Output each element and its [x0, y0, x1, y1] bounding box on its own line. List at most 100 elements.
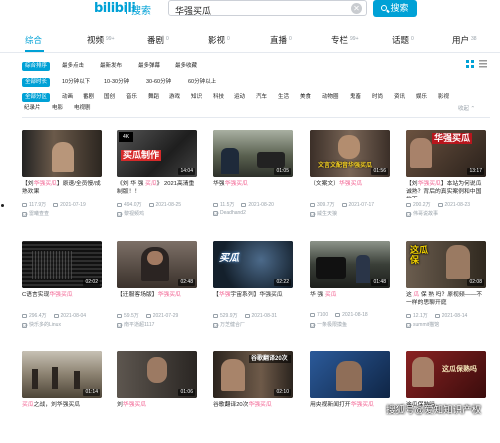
- zone-option[interactable]: 全部分区: [22, 93, 51, 102]
- list-view-icon[interactable]: [479, 60, 487, 68]
- tab-live[interactable]: 直播 0: [270, 34, 292, 46]
- video-uploader[interactable]: UP威生天狼: [310, 210, 390, 217]
- video-thumbnail[interactable]: 华强买瓜 13:17: [406, 130, 486, 177]
- video-thumbnail[interactable]: 01:48: [310, 241, 390, 288]
- video-card[interactable]: 02:02 C语言实现华强买瓜 296.4万 2021-08-04 UP快乐多的L…: [22, 241, 102, 333]
- uploader-name[interactable]: summit猫馆: [413, 322, 439, 328]
- duration-option[interactable]: 10-30分钟: [104, 78, 129, 87]
- video-card[interactable]: 02:48 【迁服客场版】华强买瓜 59.5万 2021-07-29 UP南平逝超…: [117, 241, 197, 333]
- zone-option[interactable]: 生活: [278, 93, 289, 102]
- video-title[interactable]: 谷歌翻译20次华强买瓜: [213, 401, 293, 419]
- search-box[interactable]: ✕: [168, 0, 367, 18]
- duration-option[interactable]: 60分钟以上: [188, 78, 216, 87]
- clear-icon[interactable]: ✕: [351, 3, 362, 14]
- uploader-name[interactable]: 万芝健合厂: [220, 322, 245, 328]
- bilibili-logo[interactable]: bilibili: [94, 1, 136, 16]
- video-title[interactable]: 刘华强买瓜: [117, 401, 197, 419]
- video-thumbnail[interactable]: 01:06: [117, 351, 197, 398]
- video-card[interactable]: 这瓜保熟吗 这瓜保熟吗: [406, 351, 486, 443]
- video-card[interactable]: 01:48 华 强 买瓜 7100 2021-08-18 UP一条极限摸鱼: [310, 241, 390, 333]
- video-card[interactable]: 用央视新闻打开华强买瓜: [310, 351, 390, 443]
- video-thumbnail[interactable]: [22, 130, 102, 177]
- video-thumbnail[interactable]: 这瓜保熟吗: [406, 351, 486, 398]
- sort-option[interactable]: 综合排序: [22, 62, 51, 71]
- sort-option[interactable]: 最新发布: [100, 62, 122, 71]
- zone-option[interactable]: 资讯: [394, 93, 405, 102]
- zone-option[interactable]: 运动: [234, 93, 245, 102]
- tab-user[interactable]: 用户 38: [452, 34, 477, 46]
- zone-option[interactable]: 汽车: [256, 93, 267, 102]
- video-uploader[interactable]: UP南平逝超1117: [117, 321, 197, 328]
- zone-option[interactable]: 知识: [191, 93, 202, 102]
- video-thumbnail[interactable]: 02:02: [22, 241, 102, 288]
- zone-option[interactable]: 游戏: [169, 93, 180, 102]
- video-title[interactable]: 用央视新闻打开华强买瓜: [310, 401, 390, 419]
- video-uploader[interactable]: UP伟哥说故事: [406, 210, 486, 217]
- zone-option[interactable]: 国创: [104, 93, 115, 102]
- sort-option[interactable]: 最多收藏: [175, 62, 197, 71]
- sort-option[interactable]: 最多点击: [62, 62, 84, 71]
- uploader-name[interactable]: Deadhand2: [220, 210, 246, 216]
- uploader-name[interactable]: 威生天狼: [317, 211, 337, 217]
- video-title[interactable]: 买瓜之战，刘华强买瓜: [22, 401, 102, 419]
- video-title[interactable]: 【刘华强买瓜】本站为何说瓜诚熟？背后的真实案例和中国地下: [406, 180, 486, 198]
- video-card[interactable]: 4K 买瓜制作 14:04 《刘 华 强 买瓜》 2021高清重制版！！ 494…: [117, 130, 197, 222]
- collapse-filters-button[interactable]: 收起 ⌃: [458, 104, 475, 112]
- video-card[interactable]: 华强买瓜 13:17 【刘华强买瓜】本站为何说瓜诚熟？背后的真实案例和中国地下 …: [406, 130, 486, 222]
- uploader-name[interactable]: 南平逝超1117: [124, 322, 154, 328]
- duration-option[interactable]: 10分钟以下: [62, 78, 90, 87]
- tab-article[interactable]: 专栏 99+: [331, 34, 359, 46]
- sort-option[interactable]: 最多弹幕: [138, 62, 160, 71]
- video-thumbnail[interactable]: 01:05: [213, 130, 293, 177]
- video-title[interactable]: 这 瓜 保 熟 吗？原视频——不一样的思聊开庭: [406, 291, 486, 309]
- zone-option[interactable]: 影视: [438, 93, 449, 102]
- zone-option[interactable]: 纪录片: [24, 104, 41, 113]
- uploader-name[interactable]: 一条极限摸鱼: [317, 322, 347, 328]
- zone-option[interactable]: 动画: [62, 93, 73, 102]
- search-button[interactable]: 搜索: [373, 0, 417, 17]
- video-card[interactable]: 文言文配音华强买瓜 01:56 （文案文）华强买瓜 309.7万 2021-07-…: [310, 130, 390, 222]
- video-uploader[interactable]: UP黎视频鸡: [117, 210, 197, 217]
- video-card[interactable]: 【刘华强买瓜】原速/全员慢/成熟欢果 117.9万 2021-07-19 UP雷曦…: [22, 130, 102, 222]
- video-title[interactable]: 华强华强买瓜: [213, 180, 293, 198]
- video-title[interactable]: （文案文）华强买瓜: [310, 180, 390, 198]
- video-thumbnail[interactable]: 这瓜保 02:08: [406, 241, 486, 288]
- tab-topic[interactable]: 话题 0: [392, 34, 414, 46]
- video-title[interactable]: 华 强 买瓜: [310, 291, 390, 309]
- video-thumbnail[interactable]: 01:14: [22, 351, 102, 398]
- video-card[interactable]: 01:05 华强华强买瓜 11.5万 2021-08-20 UPDeadhand2: [213, 130, 293, 222]
- video-uploader[interactable]: UP一条极限摸鱼: [310, 321, 390, 328]
- duration-option[interactable]: 30-60分钟: [146, 78, 171, 87]
- zone-option[interactable]: 电影: [52, 104, 63, 113]
- zone-option[interactable]: 科技: [213, 93, 224, 102]
- video-thumbnail[interactable]: 文言文配音华强买瓜 01:56: [310, 130, 390, 177]
- video-thumbnail[interactable]: [310, 351, 390, 398]
- zone-option[interactable]: 舞蹈: [148, 93, 159, 102]
- video-title[interactable]: 《刘 华 强 买瓜》 2021高清重制版！！: [117, 180, 197, 198]
- zone-option[interactable]: 鬼畜: [350, 93, 361, 102]
- zone-option[interactable]: 音乐: [126, 93, 137, 102]
- tab-video[interactable]: 视频 99+: [87, 34, 115, 46]
- video-uploader[interactable]: UP雷曦查查: [22, 210, 102, 217]
- video-card[interactable]: 谷歌翻译20次 02:10 谷歌翻译20次华强买瓜: [213, 351, 293, 443]
- video-title[interactable]: 【华强宇宙系列】华强买瓜: [213, 291, 293, 309]
- video-thumbnail[interactable]: 买瓜 02:22: [213, 241, 293, 288]
- uploader-name[interactable]: 雷曦查查: [29, 211, 49, 217]
- zone-option[interactable]: 电视剧: [74, 104, 91, 113]
- video-uploader[interactable]: UPDeadhand2: [213, 210, 293, 216]
- uploader-name[interactable]: 快乐多的Linux: [29, 322, 61, 328]
- tab-film[interactable]: 影视 0: [208, 34, 230, 46]
- uploader-name[interactable]: 伟哥说故事: [413, 211, 438, 217]
- video-uploader[interactable]: UP万芝健合厂: [213, 321, 293, 328]
- zone-option[interactable]: 娱乐: [416, 93, 427, 102]
- video-title[interactable]: 【刘华强买瓜】原速/全员慢/成熟欢果: [22, 180, 102, 198]
- video-thumbnail[interactable]: 4K 买瓜制作 14:04: [117, 130, 197, 177]
- zone-option[interactable]: 动物圈: [322, 93, 339, 102]
- video-uploader[interactable]: UP快乐多的Linux: [22, 321, 102, 328]
- zone-option[interactable]: 美食: [300, 93, 311, 102]
- video-card[interactable]: 01:06 刘华强买瓜: [117, 351, 197, 443]
- video-uploader[interactable]: UPsummit猫馆: [406, 321, 486, 328]
- video-thumbnail[interactable]: 谷歌翻译20次 02:10: [213, 351, 293, 398]
- grid-view-icon[interactable]: [466, 60, 474, 68]
- video-card[interactable]: 01:14 买瓜之战，刘华强买瓜: [22, 351, 102, 443]
